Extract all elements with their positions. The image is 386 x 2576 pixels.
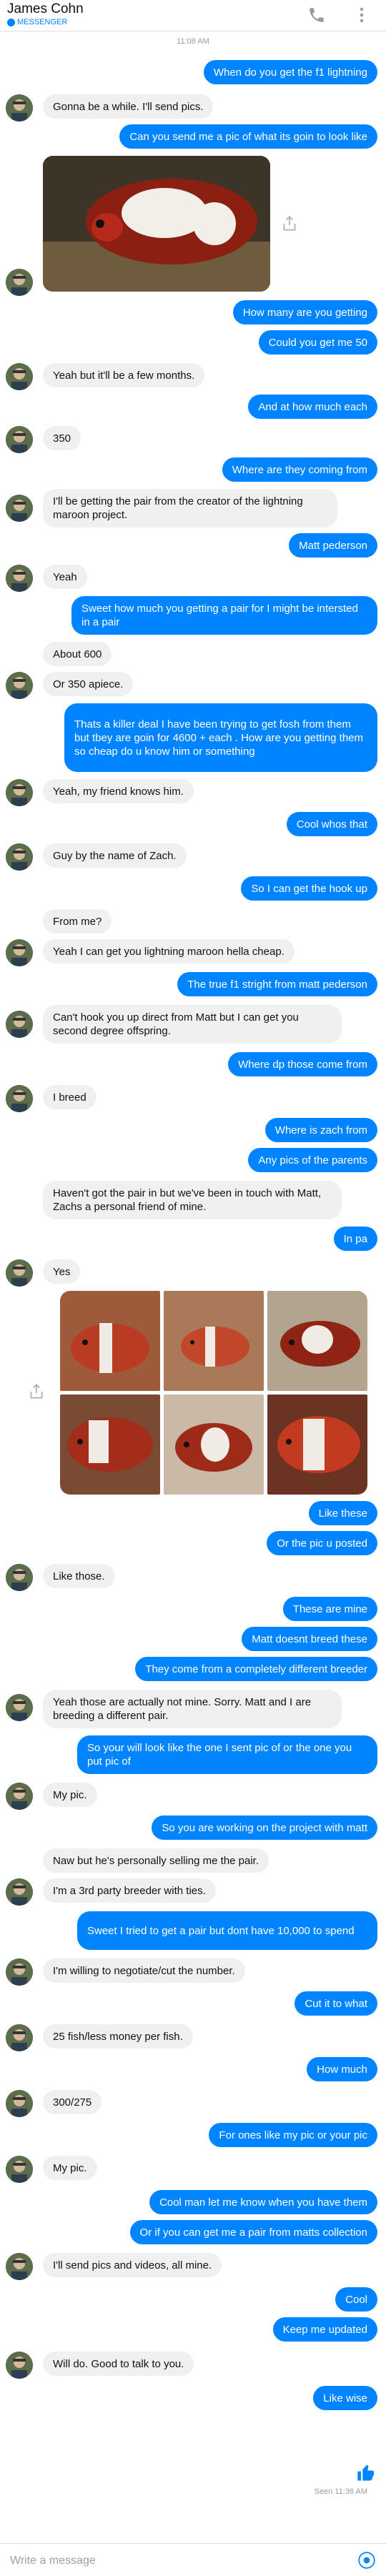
avatar[interactable] [6, 672, 33, 699]
message-incoming[interactable]: 350 [43, 426, 81, 450]
avatar[interactable] [6, 779, 33, 806]
avatar[interactable] [6, 565, 33, 592]
message-outgoing[interactable]: In pa [333, 1227, 377, 1251]
avatar[interactable] [6, 2024, 33, 2051]
shared-photo-fish[interactable] [43, 156, 270, 292]
message-thread: When do you get the f1 lightning Gonna b… [0, 0, 386, 2576]
message-outgoing[interactable]: Or if you can get me a pair from matts c… [129, 2220, 377, 2244]
avatar[interactable] [6, 1878, 33, 1906]
message-outgoing[interactable]: And at how much each [248, 395, 377, 419]
grid-photo-fish-2[interactable] [164, 1291, 264, 1391]
avatar[interactable] [6, 1958, 33, 1986]
message-outgoing[interactable]: How many are you getting [232, 300, 377, 325]
avatar[interactable] [6, 495, 33, 522]
message-incoming[interactable]: Yeah I can get you lightning maroon hell… [43, 939, 295, 963]
message-incoming[interactable]: I'll send pics and videos, all mine. [43, 2253, 222, 2277]
message-incoming[interactable]: Or 350 apiece. [43, 672, 134, 696]
avatar[interactable] [6, 1564, 33, 1591]
message-incoming[interactable]: 300/275 [43, 2090, 102, 2114]
message-outgoing[interactable]: The true f1 stright from matt pederson [177, 972, 377, 996]
message-outgoing[interactable]: Cool man let me know when you have them [149, 2190, 377, 2214]
message-outgoing[interactable]: Where is zach from [264, 1118, 377, 1142]
share-icon[interactable] [27, 1382, 46, 1401]
message-outgoing[interactable]: Any pics of the parents [248, 1148, 377, 1172]
message-incoming[interactable]: Haven't got the pair in but we've been i… [43, 1181, 342, 1219]
avatar[interactable] [6, 426, 33, 453]
message-outgoing[interactable]: So you are working on the project with m… [152, 1815, 377, 1840]
message-incoming[interactable]: 25 fish/less money per fish. [43, 2024, 193, 2049]
grid-photo-fish-6[interactable] [267, 1394, 367, 1495]
avatar[interactable] [6, 1011, 33, 1038]
message-outgoing[interactable]: For ones like my pic or your pic [209, 2123, 377, 2147]
grid-photo-fish-1[interactable] [60, 1291, 160, 1391]
avatar[interactable] [6, 843, 33, 871]
seen-receipt: Seen 11:36 AM [314, 2487, 367, 2496]
message-outgoing[interactable]: So your will look like the one I sent pi… [77, 1735, 377, 1774]
message-incoming[interactable]: About 600 [43, 642, 112, 666]
avatar[interactable] [6, 2090, 33, 2117]
message-incoming[interactable]: Yeah those are actually not mine. Sorry.… [43, 1690, 342, 1728]
message-incoming[interactable]: Naw but he's personally selling me the p… [43, 1848, 269, 1873]
message-outgoing[interactable]: Matt pederson [289, 533, 377, 558]
message-outgoing[interactable]: These are mine [282, 1597, 377, 1621]
avatar[interactable] [6, 2156, 33, 2183]
thumbs-up-icon[interactable] [356, 2463, 376, 2483]
message-incoming[interactable]: Like those. [43, 1564, 115, 1588]
grid-photo-fish-5[interactable] [164, 1394, 264, 1495]
message-outgoing[interactable]: Where dp those come from [228, 1052, 377, 1076]
message-input[interactable] [9, 2551, 326, 2571]
avatar[interactable] [6, 1085, 33, 1112]
grid-photo-fish-3[interactable] [267, 1291, 367, 1391]
message-incoming[interactable]: Can't hook you up direct from Matt but I… [43, 1005, 342, 1044]
message-outgoing[interactable]: When do you get the f1 lightning [203, 60, 377, 84]
message-outgoing[interactable]: How much [307, 2057, 377, 2081]
message-outgoing[interactable]: Sweet how much you getting a pair for I … [71, 596, 377, 635]
message-outgoing[interactable]: Sweet I tried to get a pair but dont hav… [77, 1911, 377, 1950]
message-outgoing[interactable]: Can you send me a pic of what its goin t… [119, 124, 377, 149]
avatar[interactable] [6, 939, 33, 966]
message-incoming[interactable]: Gonna be a while. I'll send pics. [43, 94, 214, 119]
message-incoming[interactable]: I'll be getting the pair from the creato… [43, 489, 337, 527]
message-incoming[interactable]: From me? [43, 909, 112, 933]
message-outgoing[interactable]: Or the pic u posted [267, 1531, 377, 1555]
avatar[interactable] [6, 94, 33, 122]
avatar[interactable] [6, 2352, 33, 2379]
message-outgoing[interactable]: They come from a completely different br… [135, 1657, 377, 1681]
share-icon[interactable] [280, 214, 299, 233]
message-outgoing[interactable]: Like wise [313, 2386, 377, 2410]
message-incoming[interactable]: Yeah [43, 565, 87, 589]
message-composer [0, 2543, 386, 2576]
message-incoming[interactable]: My pic. [43, 1783, 97, 1807]
message-incoming[interactable]: My pic. [43, 2156, 97, 2180]
message-incoming[interactable]: Yes [43, 1259, 81, 1284]
message-incoming[interactable]: I'm willing to negotiate/cut the number. [43, 1958, 245, 1983]
message-outgoing[interactable]: Where are they coming from [222, 457, 377, 482]
message-outgoing[interactable]: So I can get the hook up [241, 876, 377, 901]
camera-icon[interactable] [357, 2551, 376, 2570]
grid-photo-fish-4[interactable] [60, 1394, 160, 1495]
avatar[interactable] [6, 269, 33, 296]
message-outgoing[interactable]: Thats a killer deal I have been trying t… [64, 703, 377, 772]
avatar[interactable] [6, 2253, 33, 2280]
message-incoming[interactable]: Yeah but it'll be a few months. [43, 363, 205, 387]
avatar[interactable] [6, 1694, 33, 1721]
message-incoming[interactable]: Will do. Good to talk to you. [43, 2352, 194, 2376]
message-outgoing[interactable]: Like these [308, 1501, 377, 1525]
message-outgoing[interactable]: Could you get me 50 [258, 330, 377, 355]
message-incoming[interactable]: Guy by the name of Zach. [43, 843, 187, 868]
message-outgoing[interactable]: Cool whos that [286, 812, 377, 836]
message-outgoing[interactable]: Cool [335, 2287, 377, 2312]
avatar[interactable] [6, 363, 33, 390]
message-outgoing[interactable]: Cut it to what [295, 1991, 377, 2016]
message-incoming[interactable]: Yeah, my friend knows him. [43, 779, 194, 803]
avatar[interactable] [6, 1783, 33, 1810]
message-outgoing[interactable]: Keep me updated [272, 2317, 377, 2342]
message-incoming[interactable]: I breed [43, 1085, 96, 1109]
message-incoming[interactable]: I'm a 3rd party breeder with ties. [43, 1878, 216, 1903]
message-outgoing[interactable]: Matt doesnt breed these [242, 1627, 377, 1651]
avatar[interactable] [6, 1259, 33, 1287]
